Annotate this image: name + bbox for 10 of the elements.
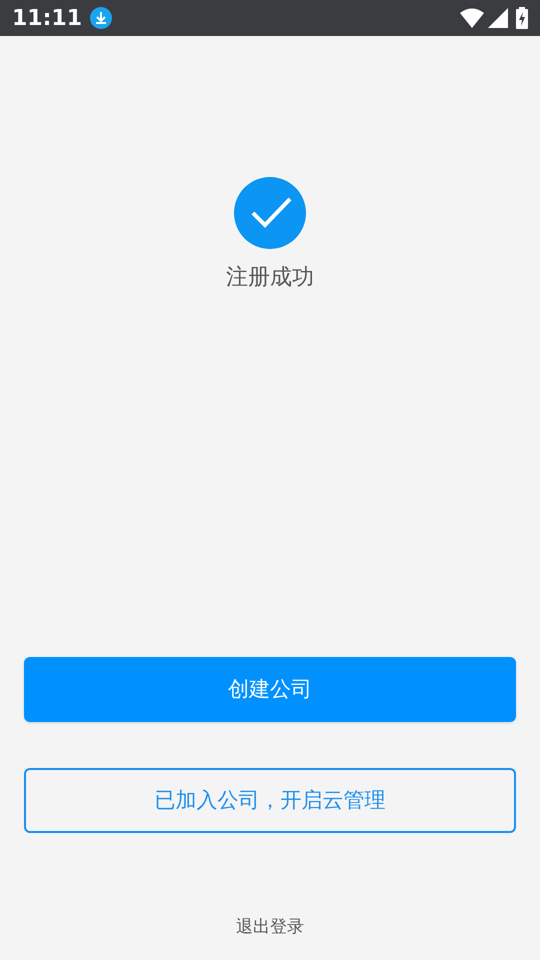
create-company-button[interactable]: 创建公司 [24,657,516,722]
status-time: 11:11 [12,4,82,32]
logout-link[interactable]: 退出登录 [236,914,304,940]
signal-icon [488,8,508,28]
wifi-icon [460,8,484,28]
success-title: 注册成功 [226,264,314,292]
join-company-button[interactable]: 已加入公司，开启云管理 [24,768,516,833]
download-icon [90,7,112,29]
battery-icon [516,7,528,29]
success-check-icon [234,177,306,249]
